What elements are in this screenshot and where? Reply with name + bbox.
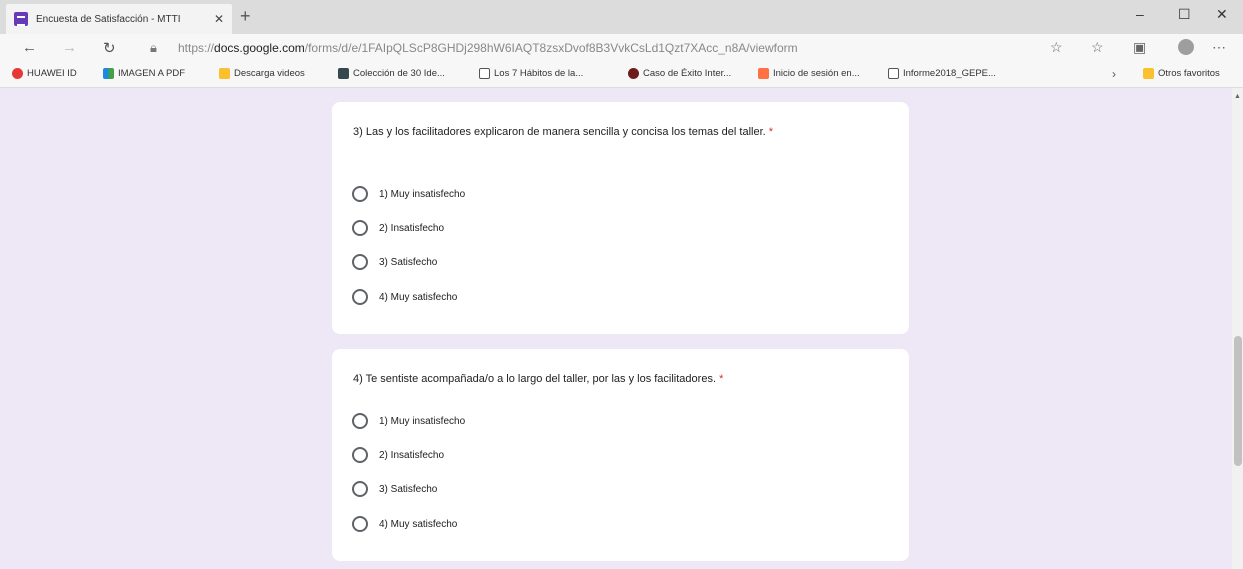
avatar[interactable] [1178, 39, 1194, 55]
url-domain: docs.google.com [214, 41, 305, 55]
radio-button[interactable] [352, 186, 368, 202]
radio-option[interactable]: 1) Muy insatisfecho [352, 186, 465, 202]
scrollbar-thumb[interactable] [1234, 336, 1242, 466]
favorites-icon[interactable]: ☆ [1091, 39, 1104, 56]
radio-button[interactable] [352, 447, 368, 463]
more-menu-icon[interactable]: ⋯ [1212, 39, 1226, 56]
question-card-3: 3) Las y los facilitadores explicaron de… [332, 102, 909, 334]
question-text: 4) Te sentiste acompañada/o a lo largo d… [353, 373, 716, 385]
bookmark-label: Los 7 Hábitos de la... [494, 68, 584, 79]
bookmark-imagen-pdf[interactable]: IMAGEN A PDF [103, 68, 185, 79]
option-label: 2) Insatisfecho [379, 449, 445, 461]
scroll-up-arrow-icon[interactable]: ▲ [1234, 93, 1241, 100]
bookmark-7-habitos[interactable]: Los 7 Hábitos de la... [479, 68, 583, 79]
login-icon [758, 68, 769, 79]
radio-option[interactable]: 4) Muy satisfecho [352, 516, 457, 532]
maximize-button[interactable]: ☐ [1178, 6, 1191, 23]
radio-button[interactable] [352, 220, 368, 236]
radio-option[interactable]: 2) Insatisfecho [352, 220, 444, 236]
url-prefix: https:// [178, 41, 215, 55]
google-forms-icon [14, 12, 28, 26]
page-icon [888, 68, 899, 79]
collections-icon[interactable]: ▣ [1133, 39, 1146, 56]
bookmark-label: Caso de Éxito Inter... [643, 68, 732, 79]
tab-close-button[interactable]: ✕ [214, 12, 224, 26]
bookmark-informe[interactable]: Informe2018_GEPE... [888, 68, 996, 79]
bookmark-label: Otros favoritos [1158, 68, 1220, 79]
forward-arrow-icon[interactable]: → [62, 39, 77, 56]
radio-option[interactable]: 3) Satisfecho [352, 254, 437, 270]
scrollbar-track[interactable] [1232, 88, 1243, 569]
star-icon[interactable]: ☆ [1050, 39, 1063, 56]
radio-button[interactable] [352, 413, 368, 429]
bookmark-label: Colección de 30 Ide... [353, 68, 445, 79]
address-bar-row: ← → ↻ 🔒︎ https://docs.google.com/forms/d… [0, 34, 1243, 62]
minimize-button[interactable]: – [1136, 6, 1144, 22]
new-tab-button[interactable]: + [240, 6, 251, 27]
radio-button[interactable] [352, 481, 368, 497]
option-label: 4) Muy satisfecho [379, 518, 458, 530]
url-path: /forms/d/e/1FAIpQLScP8GHDj298hW6IAQT8zsx… [304, 41, 798, 55]
bookmark-label: Descarga videos [234, 68, 305, 79]
url-field[interactable]: https://docs.google.com/forms/d/e/1FAIpQ… [178, 41, 798, 55]
question-text: 3) Las y los facilitadores explicaron de… [353, 126, 766, 138]
grid-icon [338, 68, 349, 79]
bookmarks-bar: HUAWEI ID IMAGEN A PDF Descarga videos C… [0, 62, 1243, 88]
folder-icon [1143, 68, 1154, 79]
question-title: 3) Las y los facilitadores explicaron de… [353, 124, 883, 141]
tab-strip: Encuesta de Satisfacción - MTTI ✕ + – ☐ … [0, 0, 1243, 34]
browser-tab[interactable]: Encuesta de Satisfacción - MTTI ✕ [6, 4, 232, 34]
bookmark-otros-favoritos[interactable]: Otros favoritos [1143, 68, 1220, 79]
bookmark-label: IMAGEN A PDF [118, 68, 186, 79]
bookmark-label: HUAWEI ID [27, 68, 77, 79]
option-label: 3) Satisfecho [379, 483, 438, 495]
site-icon [628, 68, 639, 79]
lock-icon[interactable]: 🔒︎ [150, 40, 157, 56]
required-marker: * [768, 126, 774, 138]
option-label: 1) Muy insatisfecho [379, 415, 466, 427]
option-label: 2) Insatisfecho [379, 222, 445, 234]
close-window-button[interactable]: ✕ [1216, 6, 1228, 23]
refresh-icon[interactable]: ↻ [103, 39, 116, 57]
back-arrow-icon[interactable]: ← [22, 39, 37, 56]
question-title: 4) Te sentiste acompañada/o a lo largo d… [353, 371, 883, 388]
radio-option[interactable]: 3) Satisfecho [352, 481, 437, 497]
bookmark-label: Inicio de sesión en... [773, 68, 860, 79]
radio-option[interactable]: 1) Muy insatisfecho [352, 413, 465, 429]
folder-icon [219, 68, 230, 79]
bookmark-huawei[interactable]: HUAWEI ID [12, 68, 77, 79]
radio-button[interactable] [352, 254, 368, 270]
radio-button[interactable] [352, 289, 368, 305]
option-label: 3) Satisfecho [379, 256, 438, 268]
bookmark-coleccion[interactable]: Colección de 30 Ide... [338, 68, 445, 79]
bookmark-descarga-videos[interactable]: Descarga videos [219, 68, 305, 79]
option-label: 1) Muy insatisfecho [379, 188, 466, 200]
bookmark-label: Informe2018_GEPE... [903, 68, 996, 79]
radio-option[interactable]: 2) Insatisfecho [352, 447, 444, 463]
bookmark-caso-exito[interactable]: Caso de Éxito Inter... [628, 68, 731, 79]
bookmarks-overflow-chevron-icon[interactable]: › [1112, 67, 1116, 81]
radio-option[interactable]: 4) Muy satisfecho [352, 289, 457, 305]
required-marker: * [719, 373, 724, 385]
option-label: 4) Muy satisfecho [379, 291, 458, 303]
question-card-4: 4) Te sentiste acompañada/o a lo largo d… [332, 349, 909, 561]
imagen-pdf-icon [103, 68, 114, 79]
bookmark-inicio-sesion[interactable]: Inicio de sesión en... [758, 68, 860, 79]
tab-title: Encuesta de Satisfacción - MTTI [36, 13, 181, 25]
huawei-icon [12, 68, 23, 79]
page-icon [479, 68, 490, 79]
radio-button[interactable] [352, 516, 368, 532]
